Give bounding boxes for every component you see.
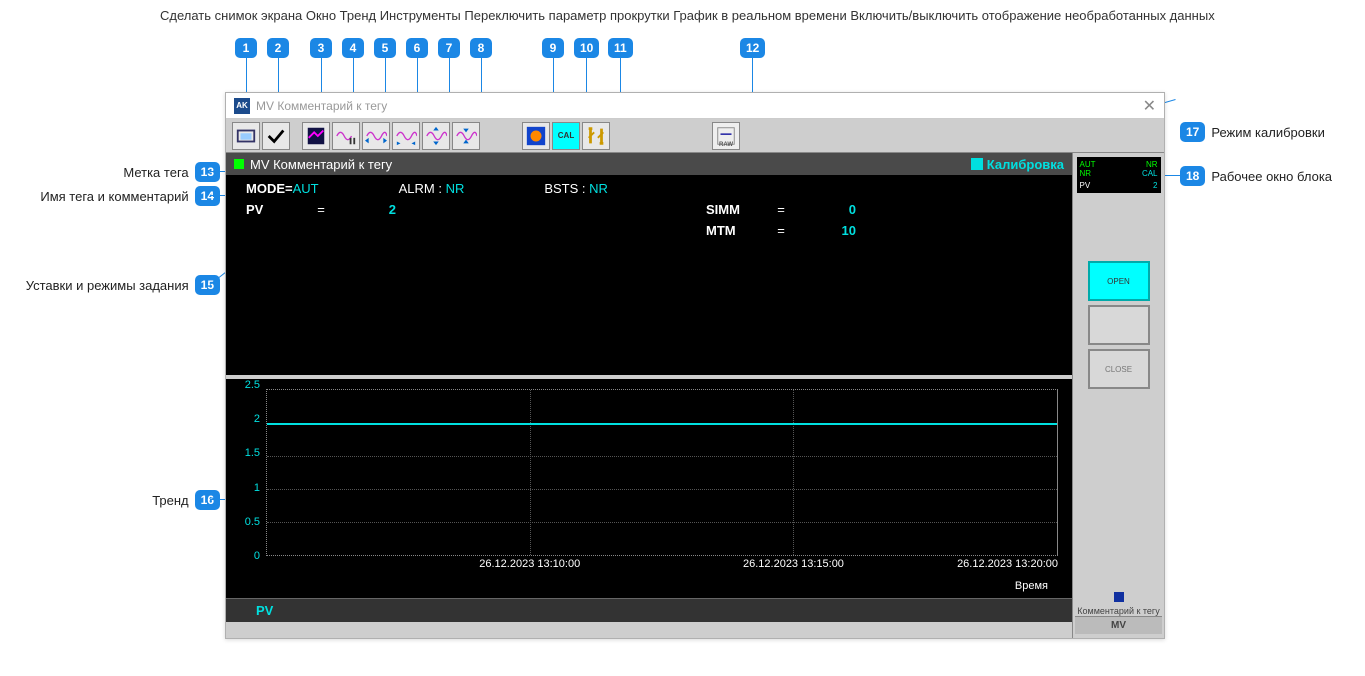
side-mv-label: MV bbox=[1075, 616, 1162, 634]
main-panel: MV Комментарий к тегу Калибровка MODE=AU… bbox=[226, 153, 1072, 638]
y-tick: 2.5 bbox=[245, 379, 260, 391]
block-mini-panel[interactable]: AUTNR NRCAL PV2 bbox=[1077, 157, 1161, 193]
top-callout-row: 1 2 3 4 5 6 7 8 9 10 11 12 bbox=[0, 38, 1365, 68]
top-annotation-text: Сделать снимок экрана Окно Тренд Инструм… bbox=[160, 8, 1215, 23]
calibration-button[interactable]: CAL bbox=[552, 122, 580, 150]
toolbar: CAL ▬▬RAW bbox=[226, 119, 1164, 153]
statusbar bbox=[226, 622, 1072, 638]
callout-2: 2 bbox=[267, 38, 289, 58]
callout-3: 3 bbox=[310, 38, 332, 58]
x-tick: 26.12.2023 13:10:00 bbox=[479, 558, 580, 570]
callout-4: 4 bbox=[342, 38, 364, 58]
middle-button[interactable] bbox=[1088, 305, 1150, 345]
callout-9: 9 bbox=[542, 38, 564, 58]
tag-mark-icon bbox=[234, 159, 244, 169]
callout-5: 5 bbox=[374, 38, 396, 58]
callout-1: 1 bbox=[235, 38, 257, 58]
ann-17: 17Режим калибровки bbox=[1180, 122, 1325, 142]
trend-chart[interactable]: 0 0.5 1 1.5 2 2.5 Время 26.12.2023 13:10:00 26… bbox=[226, 375, 1072, 598]
callout-12: 12 bbox=[740, 38, 765, 58]
app-icon: AK bbox=[234, 98, 250, 114]
window-button[interactable] bbox=[302, 122, 330, 150]
callout-6: 6 bbox=[406, 38, 428, 58]
y-tick: 0.5 bbox=[245, 516, 260, 528]
x-tick: 26.12.2023 13:20:00 bbox=[957, 558, 1058, 570]
tag-header: MV Комментарий к тегу Калибровка bbox=[226, 153, 1072, 175]
screenshot-button[interactable] bbox=[232, 122, 260, 150]
calib-mark-icon bbox=[971, 158, 983, 170]
y-tick: 1 bbox=[254, 482, 260, 494]
bsts-field: BSTS : NR bbox=[544, 181, 608, 196]
y-tick: 1.5 bbox=[245, 447, 260, 459]
realtime-chart-button[interactable] bbox=[522, 122, 550, 150]
mode-field[interactable]: MODE=AUT bbox=[246, 181, 319, 196]
callout-10: 10 bbox=[574, 38, 599, 58]
trend-compress-v-button[interactable] bbox=[452, 122, 480, 150]
ann-15: Уставки и режимы задания15 bbox=[0, 275, 220, 295]
ann-13: Метка тега13 bbox=[60, 162, 220, 182]
param-row[interactable]: SIMM = 0 bbox=[706, 202, 966, 217]
alrm-field: ALRM : NR bbox=[399, 181, 465, 196]
settings-button[interactable] bbox=[582, 122, 610, 150]
titlebar: AK MV Комментарий к тегу ✕ bbox=[226, 93, 1164, 119]
parameters-area: MODE=AUT ALRM : NR BSTS : NR PV = 2 bbox=[226, 175, 1072, 375]
param-row[interactable]: MTM = 10 bbox=[706, 223, 966, 238]
y-tick: 2 bbox=[254, 413, 260, 425]
ann-14: Имя тега и комментарий14 bbox=[10, 186, 220, 206]
callout-11: 11 bbox=[608, 38, 633, 58]
side-comment: Комментарий к тегу bbox=[1075, 606, 1162, 616]
x-tick: 26.12.2023 13:15:00 bbox=[743, 558, 844, 570]
series-line bbox=[267, 423, 1057, 425]
ann-18: 18Рабочее окно блока bbox=[1180, 166, 1332, 186]
calibration-mode-label: Калибровка bbox=[987, 157, 1064, 172]
block-sidebar: AUTNR NRCAL PV2 OPEN CLOSE Комментарий к… bbox=[1072, 153, 1164, 638]
chart-legend: PV bbox=[226, 598, 1072, 622]
tag-title: MV Комментарий к тегу bbox=[250, 157, 971, 172]
trend-pause-button[interactable] bbox=[332, 122, 360, 150]
open-button[interactable]: OPEN bbox=[1088, 261, 1150, 301]
close-button[interactable]: CLOSE bbox=[1088, 349, 1150, 389]
close-icon[interactable]: ✕ bbox=[1143, 96, 1156, 116]
trend-expand-v-button[interactable] bbox=[422, 122, 450, 150]
status-square-icon bbox=[1114, 592, 1124, 602]
param-row[interactable]: PV = 2 bbox=[246, 202, 506, 217]
app-window: AK MV Комментарий к тегу ✕ CAL ▬▬RAW MV … bbox=[225, 92, 1165, 639]
callout-8: 8 bbox=[470, 38, 492, 58]
raw-data-button[interactable]: ▬▬RAW bbox=[712, 122, 740, 150]
x-axis-label: Время bbox=[1015, 580, 1048, 592]
window-title: MV Комментарий к тегу bbox=[256, 99, 1143, 113]
ann-16: Тренд16 bbox=[100, 490, 220, 510]
callout-7: 7 bbox=[438, 38, 460, 58]
trend-tools-button[interactable] bbox=[392, 122, 420, 150]
trend-scroll-button[interactable] bbox=[362, 122, 390, 150]
confirm-button[interactable] bbox=[262, 122, 290, 150]
svg-text:▬▬: ▬▬ bbox=[721, 131, 733, 137]
y-tick: 0 bbox=[254, 550, 260, 562]
